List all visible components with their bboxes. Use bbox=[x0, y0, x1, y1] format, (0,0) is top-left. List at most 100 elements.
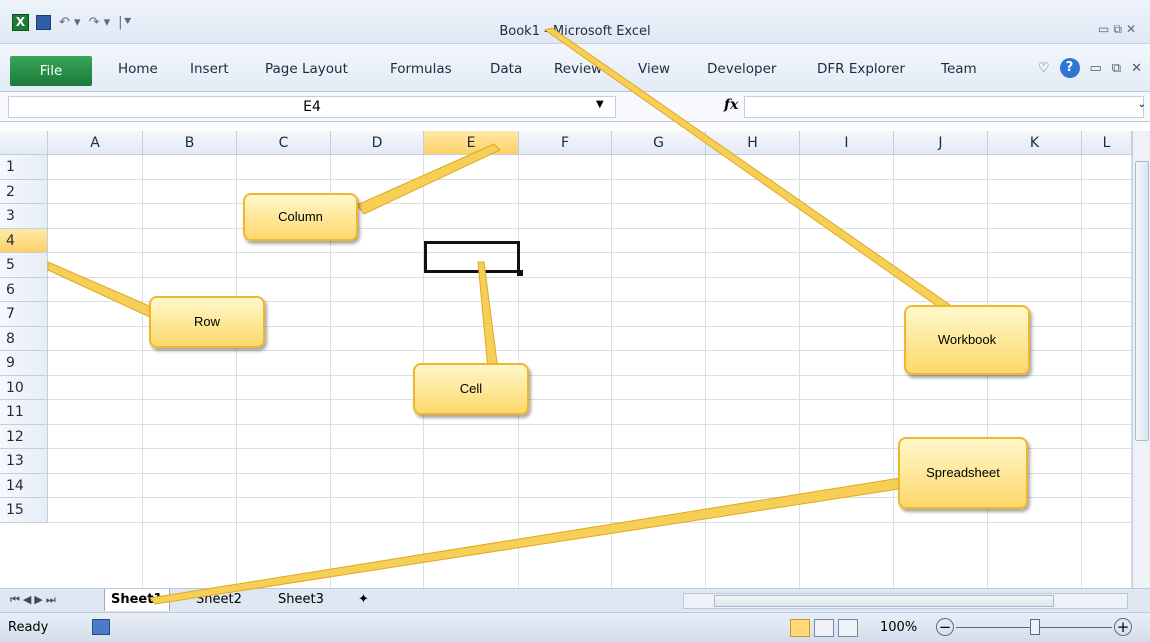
column-header-c[interactable]: C bbox=[237, 131, 331, 155]
macro-record-icon[interactable] bbox=[92, 619, 110, 635]
ribbon-tab-developer[interactable]: Developer bbox=[707, 61, 776, 77]
row-header-2[interactable]: 2 bbox=[0, 179, 48, 204]
ribbon-tab-home[interactable]: Home bbox=[118, 61, 158, 77]
ribbon-tab-page-layout[interactable]: Page Layout bbox=[265, 61, 348, 77]
close-icon[interactable]: ✕ bbox=[1126, 22, 1140, 36]
doc-restore-icon[interactable]: ⧉ bbox=[1112, 61, 1121, 76]
sheet-tab-sheet3[interactable]: Sheet3 bbox=[272, 589, 330, 611]
gridline bbox=[48, 178, 1132, 180]
row-header-14[interactable]: 14 bbox=[0, 473, 48, 498]
row-header-15[interactable]: 15 bbox=[0, 498, 48, 523]
ribbon-tab-data[interactable]: Data bbox=[490, 61, 522, 77]
row-header-8[interactable]: 8 bbox=[0, 326, 48, 351]
zoom-out-icon[interactable]: − bbox=[936, 618, 954, 636]
gridline bbox=[48, 521, 1132, 523]
column-header-a[interactable]: A bbox=[48, 131, 143, 155]
column-header-l[interactable]: L bbox=[1082, 131, 1132, 155]
gridline bbox=[611, 155, 612, 588]
gridline bbox=[705, 155, 706, 588]
gridline bbox=[893, 155, 894, 588]
row-header-7[interactable]: 7 bbox=[0, 302, 48, 327]
row-header-11[interactable]: 11 bbox=[0, 400, 48, 425]
row-header-4[interactable]: 4 bbox=[0, 228, 48, 253]
column-header-d[interactable]: D bbox=[331, 131, 424, 155]
row-header-13[interactable]: 13 bbox=[0, 449, 48, 474]
column-header-e[interactable]: E bbox=[424, 131, 519, 155]
column-header-f[interactable]: F bbox=[519, 131, 612, 155]
minimize-icon[interactable]: ▭ bbox=[1098, 22, 1113, 36]
horizontal-scroll-thumb[interactable] bbox=[714, 595, 1054, 607]
gridline bbox=[48, 252, 1132, 253]
callout-row: Row bbox=[149, 296, 265, 348]
sheet-navigation-icon[interactable]: ⏮◀▶⏭ bbox=[10, 593, 59, 607]
row-header-5[interactable]: 5 bbox=[0, 253, 48, 278]
column-header-g[interactable]: G bbox=[612, 131, 706, 155]
row-header-9[interactable]: 9 bbox=[0, 351, 48, 376]
ribbon-tab-insert[interactable]: Insert bbox=[190, 61, 229, 77]
sheet-tab-sheet2[interactable]: Sheet2 bbox=[190, 589, 248, 611]
ribbon-tab-team[interactable]: Team bbox=[941, 61, 977, 77]
formula-input[interactable] bbox=[744, 96, 1144, 118]
sheet-tab-bar: ⏮◀▶⏭ Sheet1 Sheet2 Sheet3 ✦ bbox=[0, 588, 1150, 612]
row-header-12[interactable]: 12 bbox=[0, 424, 48, 449]
sheet-tab-sheet1[interactable]: Sheet1 bbox=[104, 589, 170, 611]
gridline bbox=[142, 155, 143, 588]
view-buttons bbox=[790, 619, 858, 637]
vertical-scroll-thumb[interactable] bbox=[1135, 161, 1149, 441]
row-header-1[interactable]: 1 bbox=[0, 155, 48, 180]
doc-minimize-icon[interactable]: ▭ bbox=[1090, 61, 1102, 76]
select-all-corner[interactable] bbox=[0, 131, 48, 155]
ribbon-tab-formulas[interactable]: Formulas bbox=[390, 61, 452, 77]
ribbon-tab-review[interactable]: Review bbox=[554, 61, 602, 77]
column-header-j[interactable]: J bbox=[894, 131, 988, 155]
normal-view-icon[interactable] bbox=[790, 619, 810, 637]
row-header-3[interactable]: 3 bbox=[0, 204, 48, 229]
status-text: Ready bbox=[8, 620, 49, 635]
column-header-i[interactable]: I bbox=[800, 131, 894, 155]
window-title: Book1 - Microsoft Excel bbox=[499, 24, 651, 39]
horizontal-scrollbar[interactable] bbox=[683, 593, 1128, 609]
ribbon: File Home Insert Page Layout Formulas Data Re… bbox=[0, 44, 1150, 92]
zoom-slider-knob[interactable] bbox=[1030, 619, 1040, 635]
zoom-level[interactable]: 100% bbox=[880, 620, 917, 635]
window-controls: ▭⧉✕ bbox=[1098, 22, 1140, 37]
zoom-in-icon[interactable]: + bbox=[1114, 618, 1132, 636]
minimize-ribbon-icon[interactable]: ♡ bbox=[1038, 61, 1050, 76]
expand-formula-bar-icon[interactable]: ⌄ bbox=[1138, 99, 1146, 110]
column-header-b[interactable]: B bbox=[143, 131, 237, 155]
column-header-h[interactable]: H bbox=[706, 131, 800, 155]
gridline bbox=[48, 203, 1132, 204]
status-bar: Ready 100% − + bbox=[0, 612, 1150, 642]
gridline bbox=[1081, 155, 1082, 588]
title-bar: X ↶ ▾ ↷ ▾ |⯆ Book1 - Microsoft Excel ▭⧉✕ bbox=[0, 0, 1150, 44]
ribbon-tab-view[interactable]: View bbox=[638, 61, 670, 77]
row-header-6[interactable]: 6 bbox=[0, 277, 48, 302]
insert-sheet-icon[interactable]: ✦ bbox=[352, 589, 375, 611]
gridline bbox=[48, 399, 1132, 400]
active-cell[interactable] bbox=[424, 241, 523, 276]
callout-spreadsheet: Spreadsheet bbox=[898, 437, 1028, 509]
callout-column: Column bbox=[243, 193, 358, 241]
gridline bbox=[236, 155, 237, 588]
ribbon-controls: ♡ ? ▭ ⧉ ✕ bbox=[1038, 58, 1142, 78]
page-break-view-icon[interactable] bbox=[838, 619, 858, 637]
formula-bar: E4 ▼ fx ⌄ bbox=[0, 92, 1150, 122]
gridline bbox=[48, 276, 1132, 278]
gridline bbox=[799, 155, 800, 588]
insert-function-icon[interactable]: fx bbox=[724, 97, 738, 113]
vertical-scrollbar[interactable] bbox=[1132, 131, 1150, 588]
ribbon-tab-dfr-explorer[interactable]: DFR Explorer bbox=[817, 61, 905, 77]
doc-close-icon[interactable]: ✕ bbox=[1131, 61, 1142, 76]
callout-cell: Cell bbox=[413, 363, 529, 415]
name-box[interactable]: E4 bbox=[8, 96, 616, 118]
restore-icon[interactable]: ⧉ bbox=[1113, 22, 1126, 36]
gridline bbox=[48, 423, 1132, 425]
column-header-k[interactable]: K bbox=[988, 131, 1082, 155]
file-tab[interactable]: File bbox=[10, 56, 92, 86]
page-layout-view-icon[interactable] bbox=[814, 619, 834, 637]
help-icon[interactable]: ? bbox=[1059, 58, 1080, 78]
name-box-dropdown-icon[interactable]: ▼ bbox=[596, 99, 604, 110]
callout-workbook: Workbook bbox=[904, 305, 1030, 375]
row-header-10[interactable]: 10 bbox=[0, 375, 48, 400]
gridline bbox=[48, 227, 1132, 229]
